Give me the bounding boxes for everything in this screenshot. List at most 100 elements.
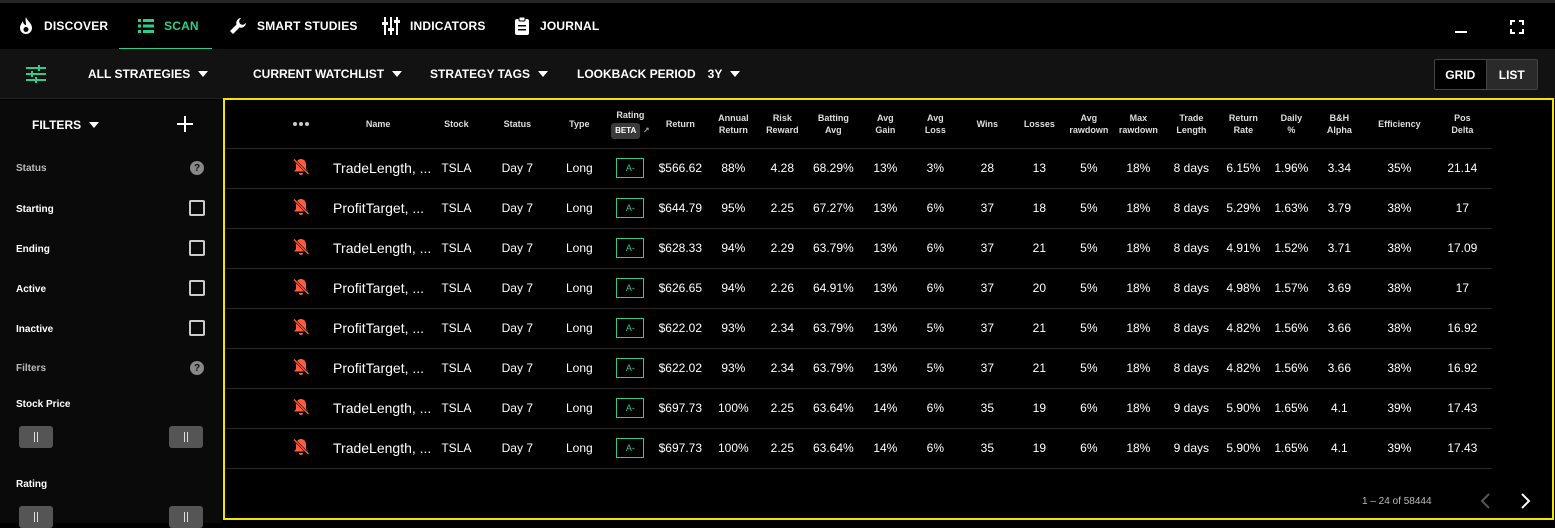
grid-view-button[interactable]: GRID	[1435, 60, 1487, 89]
active-checkbox[interactable]	[189, 280, 205, 296]
alert-toggle-cell[interactable]	[277, 188, 325, 229]
rating-max-handle[interactable]	[169, 506, 203, 528]
rating-badge: A-	[616, 198, 645, 218]
header-return-rate[interactable]: Return Rate	[1216, 100, 1271, 149]
ending-checkbox[interactable]	[189, 240, 205, 256]
cell-name[interactable]: TradeLength, ...	[325, 388, 432, 429]
header-risk-reward[interactable]: Risk Reward	[761, 100, 804, 149]
header-max-drawdown[interactable]: Max rawdown	[1110, 100, 1167, 149]
cell-avg-drawdown: 5%	[1067, 148, 1111, 189]
list-view-button[interactable]: LIST	[1486, 60, 1537, 89]
header-bh-alpha[interactable]: B&H Alpha	[1312, 100, 1367, 149]
table-row[interactable]: TradeLength, ... TSLA Day 7 Long A- $697.73 10…	[225, 388, 1493, 429]
all-strategies-dropdown[interactable]: ALL STRATEGIES	[88, 49, 209, 99]
header-name[interactable]: Name	[325, 100, 432, 149]
table-row[interactable]: ProfitTarget, ... TSLA Day 7 Long A- $626.65 9…	[225, 268, 1493, 309]
minimize-button[interactable]	[1451, 17, 1471, 37]
header-status[interactable]: Status	[481, 100, 554, 149]
inactive-checkbox[interactable]	[189, 320, 205, 336]
tab-journal[interactable]: JOURNAL	[514, 3, 599, 49]
cell-bh-alpha: 3.79	[1312, 188, 1367, 229]
cell-wins: 37	[963, 228, 1012, 269]
table-row[interactable]: TradeLength, ... TSLA Day 7 Long A- $566.62 88…	[225, 148, 1493, 189]
alert-toggle-cell[interactable]	[277, 148, 325, 189]
stock-price-max-handle[interactable]	[169, 426, 203, 448]
rating-badge: A-	[616, 358, 645, 378]
cell-name[interactable]: ProfitTarget, ...	[325, 188, 432, 229]
header-return[interactable]: Return	[655, 100, 706, 149]
cell-avg-loss: 6%	[907, 428, 964, 469]
tab-smart-studies[interactable]: SMART STUDIES	[229, 3, 358, 49]
header-efficiency[interactable]: Efficiency	[1366, 100, 1433, 149]
header-batting-avg[interactable]: Batting Avg	[803, 100, 864, 149]
filters-dropdown[interactable]: FILTERS	[32, 118, 100, 132]
header-type[interactable]: Type	[553, 100, 606, 149]
alert-toggle-cell[interactable]	[277, 228, 325, 269]
bell-off-icon	[293, 438, 310, 455]
add-filter-icon[interactable]	[176, 115, 194, 133]
cell-bh-alpha: 4.1	[1312, 388, 1367, 429]
cell-batting-avg: 63.79%	[803, 348, 864, 389]
cell-losses: 19	[1011, 428, 1068, 469]
header-avg-drawdown[interactable]: Avg rawdown	[1067, 100, 1111, 149]
header-avg-loss[interactable]: Avg Loss	[907, 100, 964, 149]
table-row[interactable]: TradeLength, ... TSLA Day 7 Long A- $697.73 10…	[225, 428, 1493, 469]
header-annual-return[interactable]: Annual Return	[705, 100, 762, 149]
table-row[interactable]: ProfitTarget, ... TSLA Day 7 Long A- $644.79 9…	[225, 188, 1493, 229]
starting-checkbox[interactable]	[189, 200, 205, 216]
header-avg-gain[interactable]: Avg Gain	[863, 100, 908, 149]
alert-toggle-cell[interactable]	[277, 268, 325, 309]
header-line-2: Rate	[1233, 124, 1254, 135]
rating-min-handle[interactable]	[19, 506, 53, 528]
table-row[interactable]: TradeLength, ... TSLA Day 7 Long A- $628.33 94…	[225, 228, 1493, 269]
cell-return-rate: 5.90%	[1216, 428, 1271, 469]
adjust-filters-button[interactable]	[26, 49, 46, 99]
cell-return: $622.02	[655, 348, 706, 389]
alert-toggle-cell[interactable]	[277, 428, 325, 469]
current-watchlist-dropdown[interactable]: CURRENT WATCHLIST	[253, 49, 403, 99]
cell-name[interactable]: TradeLength, ...	[325, 428, 432, 469]
alert-toggle-cell[interactable]	[277, 308, 325, 349]
alert-toggle-cell[interactable]	[277, 348, 325, 389]
header-line-1: Return	[1228, 112, 1258, 123]
lookback-period-dropdown[interactable]: LOOKBACK PERIOD 3Y	[577, 49, 741, 99]
cell-name[interactable]: TradeLength, ...	[325, 148, 432, 189]
column-menu-button[interactable]	[277, 100, 325, 149]
tab-indicators[interactable]: INDICATORS	[382, 3, 486, 49]
stock-price-min-handle[interactable]	[19, 426, 53, 448]
cell-name[interactable]: TradeLength, ...	[325, 228, 432, 269]
cell-name[interactable]: ProfitTarget, ...	[325, 348, 432, 389]
help-icon[interactable]: ?	[190, 361, 204, 375]
alert-toggle-cell[interactable]	[277, 388, 325, 429]
cell-avg-drawdown: 5%	[1067, 348, 1111, 389]
fullscreen-button[interactable]	[1507, 17, 1527, 37]
strategy-tags-dropdown[interactable]: STRATEGY TAGS	[430, 49, 549, 99]
help-icon[interactable]: ?	[190, 161, 204, 175]
header-trade-length[interactable]: Trade Length	[1166, 100, 1217, 149]
table-row[interactable]: ProfitTarget, ... TSLA Day 7 Long A- $622.02 9…	[225, 308, 1493, 349]
header-stock[interactable]: Stock	[431, 100, 482, 149]
cell-name[interactable]: ProfitTarget, ...	[325, 308, 432, 349]
cell-daily-pct: 1.96%	[1270, 148, 1313, 189]
header-pos-delta[interactable]: Pos Delta	[1432, 100, 1493, 149]
cell-return: $697.73	[655, 388, 706, 429]
header-rating[interactable]: Rating BETA ↗	[605, 100, 656, 149]
tab-scan[interactable]: SCAN	[138, 3, 199, 49]
active-label: Active	[16, 284, 47, 295]
cell-avg-drawdown: 5%	[1067, 188, 1111, 229]
cell-avg-loss: 6%	[907, 388, 964, 429]
cell-name[interactable]: ProfitTarget, ...	[325, 268, 432, 309]
header-losses[interactable]: Losses	[1011, 100, 1068, 149]
previous-page-button[interactable]	[1478, 492, 1494, 510]
tab-discover[interactable]: DISCOVER	[18, 3, 108, 49]
table-row[interactable]: ProfitTarget, ... TSLA Day 7 Long A- $622.02 9…	[225, 348, 1493, 389]
cell-wins: 35	[963, 428, 1012, 469]
next-page-button[interactable]	[1517, 492, 1533, 510]
cell-losses: 21	[1011, 228, 1068, 269]
header-wins[interactable]: Wins	[963, 100, 1012, 149]
cell-efficiency: 39%	[1366, 388, 1433, 429]
cell-status: Day 7	[481, 388, 554, 429]
cell-avg-loss: 5%	[907, 308, 964, 349]
cell-type: Long	[553, 148, 606, 189]
header-daily-pct[interactable]: Daily%	[1270, 100, 1313, 149]
